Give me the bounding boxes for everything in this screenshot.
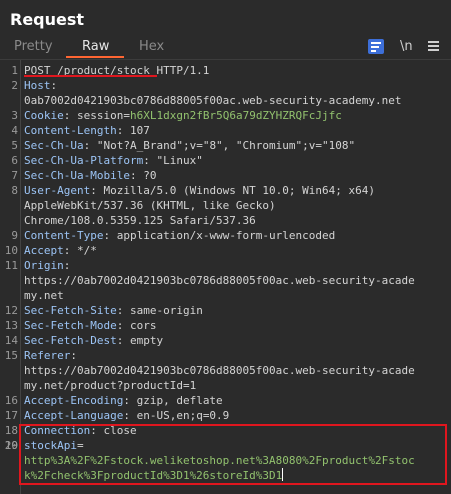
header-referer-cont: my.net/product?productId=1 (24, 379, 197, 392)
header-key: Origin (24, 259, 64, 272)
header-key: Accept-Language (24, 409, 124, 422)
header-accept-encoding: Accept-Encoding: gzip, deflate (24, 393, 223, 408)
header-origin-cont: https://0ab7002d0421903bc0786d88005f00ac… (24, 274, 415, 287)
line-number: 18 (4, 424, 18, 437)
line-number: 9 (11, 229, 18, 242)
line-number: 17 (4, 409, 18, 422)
tab-raw[interactable]: Raw (82, 39, 109, 54)
line-number: 11 (4, 259, 18, 272)
header-value: : cors (116, 319, 157, 332)
header-key: Sec-Fetch-Mode (24, 319, 117, 332)
header-key: User-Agent (24, 184, 91, 197)
header-value: : (70, 349, 77, 362)
header-sec-ch-ua-platform: Sec-Ch-Ua-Platform: "Linux" (24, 153, 203, 168)
header-referer-cont: https://0ab7002d0421903bc0786d88005f00ac… (24, 364, 415, 377)
line-number: 1 (11, 64, 18, 77)
header-accept-language: Accept-Language: en-US,en;q=0.9 (24, 408, 229, 423)
line-number: 6 (11, 154, 18, 167)
header-value: : "Not?A_Brand";v="8", "Chromium";v="108… (83, 139, 356, 152)
header-sec-ch-ua-mobile: Sec-Ch-Ua-Mobile: ?0 (24, 168, 156, 183)
header-referer: Referer: (24, 348, 77, 363)
tab-pretty[interactable]: Pretty (14, 39, 53, 54)
header-value: : gzip, deflate (123, 394, 223, 407)
line-number: 13 (4, 319, 18, 332)
header-sec-fetch-site: Sec-Fetch-Site: same-origin (24, 303, 203, 318)
panel-title: Request (10, 10, 85, 29)
show-newlines-toggle[interactable]: \n (400, 39, 413, 54)
line-number: 7 (11, 169, 18, 182)
header-key: Sec-Ch-Ua-Mobile (24, 169, 130, 182)
header-value: : */* (63, 244, 97, 257)
active-tab-indicator (66, 56, 124, 58)
header-content-type: Content-Type: application/x-www-form-url… (24, 228, 335, 243)
header-key: Sec-Ch-Ua-Platform (24, 154, 144, 167)
line-number: 16 (4, 394, 18, 407)
header-sec-ch-ua: Sec-Ch-Ua: "Not?A_Brand";v="8", "Chromiu… (24, 138, 355, 153)
header-value: : Mozilla/5.0 (Windows NT 10.0; Win64; x… (90, 184, 376, 197)
line-number: 5 (11, 139, 18, 152)
header-key: Sec-Ch-Ua (24, 139, 84, 152)
header-key: Content-Length (24, 124, 117, 137)
header-key: Accept-Encoding (24, 394, 124, 407)
line-number: 12 (4, 304, 18, 317)
line-number: 8 (11, 184, 18, 197)
header-value: : application/x-www-form-urlencoded (103, 229, 336, 242)
header-key: Host (24, 79, 51, 92)
header-key: Sec-Fetch-Dest (24, 334, 117, 347)
line-number: 3 (11, 109, 18, 122)
header-user-agent: User-Agent: Mozilla/5.0 (Windows NT 10.0… (24, 183, 375, 198)
line-number: 14 (4, 334, 18, 347)
header-value: : en-US,en;q=0.9 (123, 409, 230, 422)
header-key: Sec-Fetch-Site (24, 304, 117, 317)
header-key: Accept (24, 244, 64, 257)
line-number: 20 (4, 439, 18, 452)
header-key: Referer (24, 349, 71, 362)
raw-request-editor[interactable]: 1 2 3 4 5 6 7 8 9 10 11 12 13 14 15 16 1… (0, 60, 451, 494)
line-number: 15 (4, 349, 18, 362)
header-origin-cont: my.net (24, 289, 64, 302)
header-value: : (63, 259, 71, 272)
request-line-highlight (24, 75, 157, 77)
line-number: 2 (11, 79, 18, 92)
header-value: : (50, 79, 58, 92)
wrap-lines-icon[interactable] (368, 39, 384, 54)
header-origin: Origin: (24, 258, 70, 273)
header-sec-fetch-mode: Sec-Fetch-Mode: cors (24, 318, 156, 333)
header-value: : empty (116, 334, 164, 347)
header-key: Content-Type (24, 229, 104, 242)
body-highlight-box (19, 424, 447, 485)
header-cookie: Cookie: session=h6XL1dxgn2fBr5Q6a79dZYHZ… (24, 108, 342, 123)
hamburger-menu-icon[interactable] (428, 41, 439, 52)
header-user-agent-cont: Chrome/108.0.5359.125 Safari/537.36 (24, 214, 256, 227)
header-separator: : session= (63, 109, 130, 122)
header-content-length: Content-Length: 107 (24, 123, 150, 138)
header-user-agent-cont: AppleWebKit/537.36 (KHTML, like Gecko) (24, 199, 276, 212)
tab-hex[interactable]: Hex (139, 39, 164, 54)
header-value: : ?0 (129, 169, 157, 182)
header-sec-fetch-dest: Sec-Fetch-Dest: empty (24, 333, 163, 348)
header-value: : "Linux" (143, 154, 203, 167)
line-number: 4 (11, 124, 18, 137)
header-value: : same-origin (116, 304, 203, 317)
line-number: 10 (4, 244, 18, 257)
header-host-value: 0ab7002d0421903bc0786d88005f00ac.web-sec… (24, 94, 402, 107)
line-number-gutter: 1 2 3 4 5 6 7 8 9 10 11 12 13 14 15 16 1… (0, 60, 21, 494)
header-key: Cookie (24, 109, 64, 122)
session-cookie-value: h6XL1dxgn2fBr5Q6a79dZYHZRQFcJjfc (129, 109, 342, 122)
header-value: : 107 (116, 124, 150, 137)
header-accept: Accept: */* (24, 243, 97, 258)
header-host: Host: (24, 78, 57, 93)
